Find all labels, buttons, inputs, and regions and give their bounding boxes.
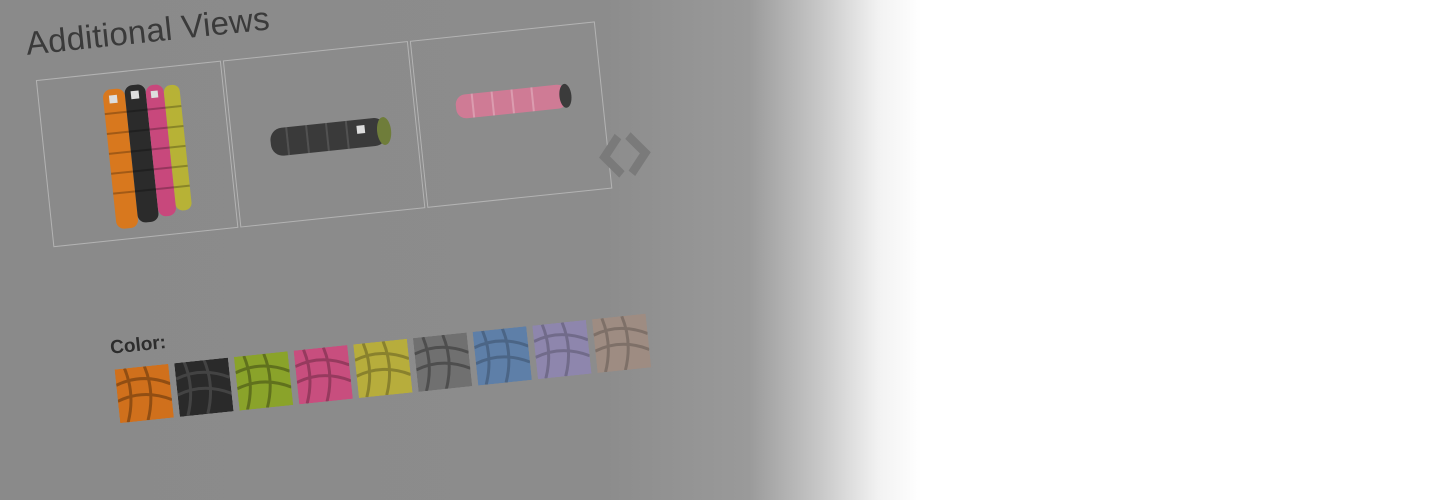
swatch-orange[interactable] — [114, 363, 174, 424]
color-label: Color: — [109, 332, 168, 359]
black-roller-image — [270, 117, 392, 156]
page-stage: Additional Views Color: — [0, 0, 720, 500]
thumbnail-black-roller[interactable] — [222, 41, 426, 228]
swatch-black[interactable] — [174, 357, 234, 417]
multi-color-rollers-image — [103, 84, 192, 229]
swatch-lavender[interactable] — [532, 319, 592, 380]
swatch-gray[interactable] — [412, 332, 473, 392]
product-gallery-panel: Additional Views Color: — [14, 0, 715, 500]
additional-views-title: Additional Views — [24, 0, 272, 62]
carousel-nav-button[interactable] — [590, 126, 659, 184]
swatch-tan[interactable] — [591, 313, 652, 374]
swatch-yellow[interactable] — [353, 338, 413, 399]
swatch-pink[interactable] — [293, 345, 353, 405]
swatch-blue[interactable] — [472, 326, 532, 386]
chevron-pair-icon — [599, 132, 651, 178]
thumbnail-multi-color-rollers[interactable] — [35, 60, 239, 248]
pink-roller-image — [455, 83, 572, 119]
swatch-lime[interactable] — [233, 351, 294, 411]
thumbnail-pink-roller[interactable] — [409, 21, 613, 208]
